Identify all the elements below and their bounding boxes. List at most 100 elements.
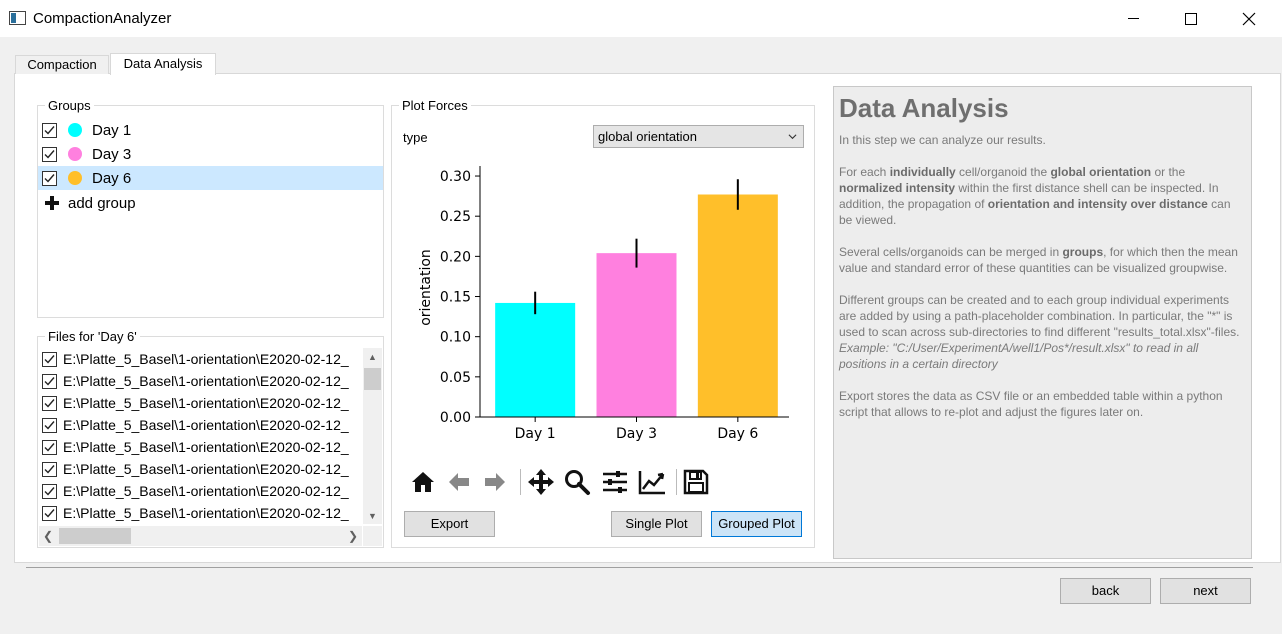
app-icon — [9, 11, 26, 25]
help-text: cell/organoid the — [955, 165, 1051, 179]
toolbar-pan-button[interactable] — [526, 467, 556, 497]
save-icon — [683, 469, 709, 495]
help-emphasis: global orientation — [1050, 165, 1152, 179]
group-label: Day 6 — [92, 169, 132, 187]
scroll-left-icon[interactable]: ❮ — [39, 526, 57, 546]
help-panel: Data Analysis In this step we can analyz… — [833, 86, 1252, 559]
close-button[interactable] — [1226, 0, 1272, 37]
checkmark-icon — [44, 464, 55, 474]
maximize-icon — [1185, 12, 1197, 25]
file-checkbox[interactable] — [42, 395, 57, 411]
group-checkbox[interactable] — [42, 122, 57, 138]
export-button[interactable]: Export — [404, 511, 495, 537]
help-groups: Several cells/organoids can be merged in… — [839, 244, 1247, 276]
file-item[interactable]: E:\Platte_5_Basel\1-orientation\E2020-02… — [38, 392, 368, 414]
type-select-value: global orientation — [598, 129, 698, 144]
group-item[interactable]: Day 1 — [38, 118, 383, 142]
help-text: For each — [839, 165, 890, 179]
toolbar-back-button[interactable] — [444, 467, 474, 497]
file-checkbox[interactable] — [42, 417, 57, 433]
help-emphasis: individually — [889, 165, 956, 179]
type-select[interactable]: global orientation — [593, 125, 804, 148]
file-path: E:\Platte_5_Basel\1-orientation\E2020-02… — [63, 505, 349, 521]
next-button[interactable]: next — [1160, 578, 1251, 604]
group-color-dot — [68, 147, 82, 161]
checkmark-icon — [44, 420, 55, 430]
file-item[interactable]: E:\Platte_5_Basel\1-orientation\E2020-02… — [38, 414, 368, 436]
plus-icon — [44, 195, 60, 211]
file-item[interactable]: E:\Platte_5_Basel\1-orientation\E2020-02… — [38, 436, 368, 458]
group-checkbox[interactable] — [42, 146, 57, 162]
help-emphasis: orientation and intensity over distance — [987, 197, 1208, 211]
file-item[interactable]: E:\Platte_5_Basel\1-orientation\E2020-02… — [38, 370, 368, 392]
toolbar-zoom-button[interactable] — [562, 467, 592, 497]
file-item[interactable]: E:\Platte_5_Basel\1-orientation\E2020-02… — [38, 458, 368, 480]
scroll-down-icon[interactable]: ▼ — [363, 507, 382, 524]
checkmark-icon — [44, 486, 55, 496]
scroll-up-icon[interactable]: ▲ — [363, 348, 382, 365]
file-path: E:\Platte_5_Basel\1-orientation\E2020-02… — [63, 439, 349, 455]
help-heading: Data Analysis — [839, 93, 1009, 123]
file-checkbox[interactable] — [42, 373, 57, 389]
y-tick-label: 0.20 — [440, 249, 471, 265]
file-checkbox[interactable] — [42, 483, 57, 499]
divider — [26, 567, 1253, 568]
file-path: E:\Platte_5_Basel\1-orientation\E2020-02… — [63, 351, 349, 367]
file-path: E:\Platte_5_Basel\1-orientation\E2020-02… — [63, 461, 349, 477]
file-item[interactable]: E:\Platte_5_Basel\1-orientation\E2020-02… — [38, 502, 368, 524]
toolbar-forward-button[interactable] — [480, 467, 510, 497]
toolbar-home-button[interactable] — [408, 467, 438, 497]
horizontal-scroll-thumb[interactable] — [59, 528, 131, 544]
checkmark-icon — [44, 149, 55, 159]
bar-chart: 0.00 0.05 0.10 0.15 0.20 0.25 0.30 Day 1 Day 3 Da… — [418, 166, 789, 442]
single-plot-button[interactable]: Single Plot — [611, 511, 702, 537]
file-item[interactable]: E:\Platte_5_Basel\1-orientation\E2020-02… — [38, 348, 368, 370]
group-checkbox[interactable] — [42, 170, 57, 186]
tab-data-analysis[interactable]: Data Analysis — [110, 53, 216, 75]
window-title: CompactionAnalyzer — [33, 10, 172, 27]
help-paths-text: Different groups can be created and to e… — [839, 293, 1240, 339]
group-item[interactable]: Day 6 — [38, 166, 383, 190]
files-title: Files for 'Day 6' — [45, 329, 140, 344]
vertical-scroll-thumb[interactable] — [364, 368, 381, 390]
minimize-button[interactable] — [1110, 0, 1156, 37]
x-tick-label: Day 1 — [515, 426, 556, 442]
minimize-icon — [1127, 18, 1139, 19]
zoom-icon — [565, 470, 590, 495]
back-button[interactable]: back — [1060, 578, 1151, 604]
bar — [697, 194, 778, 417]
grouped-plot-button[interactable]: Grouped Plot — [711, 511, 802, 537]
y-tick-label: 0.00 — [440, 410, 471, 426]
checkmark-icon — [44, 125, 55, 135]
vertical-scrollbar[interactable]: ▲ ▼ — [363, 348, 382, 524]
close-icon — [1242, 12, 1256, 25]
file-checkbox[interactable] — [42, 461, 57, 477]
help-export: Export stores the data as CSV file or an… — [839, 389, 1223, 419]
file-item[interactable]: E:\Platte_5_Basel\1-orientation\E2020-02… — [38, 480, 368, 502]
y-tick-label: 0.05 — [440, 370, 471, 386]
x-tick-label: Day 6 — [717, 426, 758, 442]
help-text: Several cells/organoids can be merged in — [839, 245, 1063, 259]
toolbar-save-button[interactable] — [681, 467, 711, 497]
file-checkbox[interactable] — [42, 439, 57, 455]
chevron-down-icon — [788, 134, 797, 140]
toolbar-edit-axes-button[interactable] — [637, 467, 667, 497]
help-intro: In this step we can analyze our results. — [839, 133, 1046, 147]
group-label: Day 1 — [92, 121, 132, 139]
group-item[interactable]: Day 3 — [38, 142, 383, 166]
tab-compaction[interactable]: Compaction — [15, 55, 109, 74]
y-tick-label: 0.10 — [440, 330, 471, 346]
add-group-button[interactable]: add group — [38, 191, 136, 215]
plot-forces-box: Plot Forces type global orientation 0.00… — [391, 98, 815, 548]
toolbar-configure-button[interactable] — [600, 467, 630, 497]
file-checkbox[interactable] — [42, 351, 57, 367]
maximize-button[interactable] — [1168, 0, 1214, 37]
horizontal-scrollbar[interactable]: ❮ ❯ — [39, 526, 362, 546]
help-text: or the — [1151, 165, 1186, 179]
scroll-right-icon[interactable]: ❯ — [344, 526, 362, 546]
checkmark-icon — [44, 398, 55, 408]
checkmark-icon — [44, 508, 55, 518]
help-paths: Different groups can be created and to e… — [839, 292, 1247, 372]
file-checkbox[interactable] — [42, 505, 57, 521]
plot-title: Plot Forces — [399, 98, 471, 113]
